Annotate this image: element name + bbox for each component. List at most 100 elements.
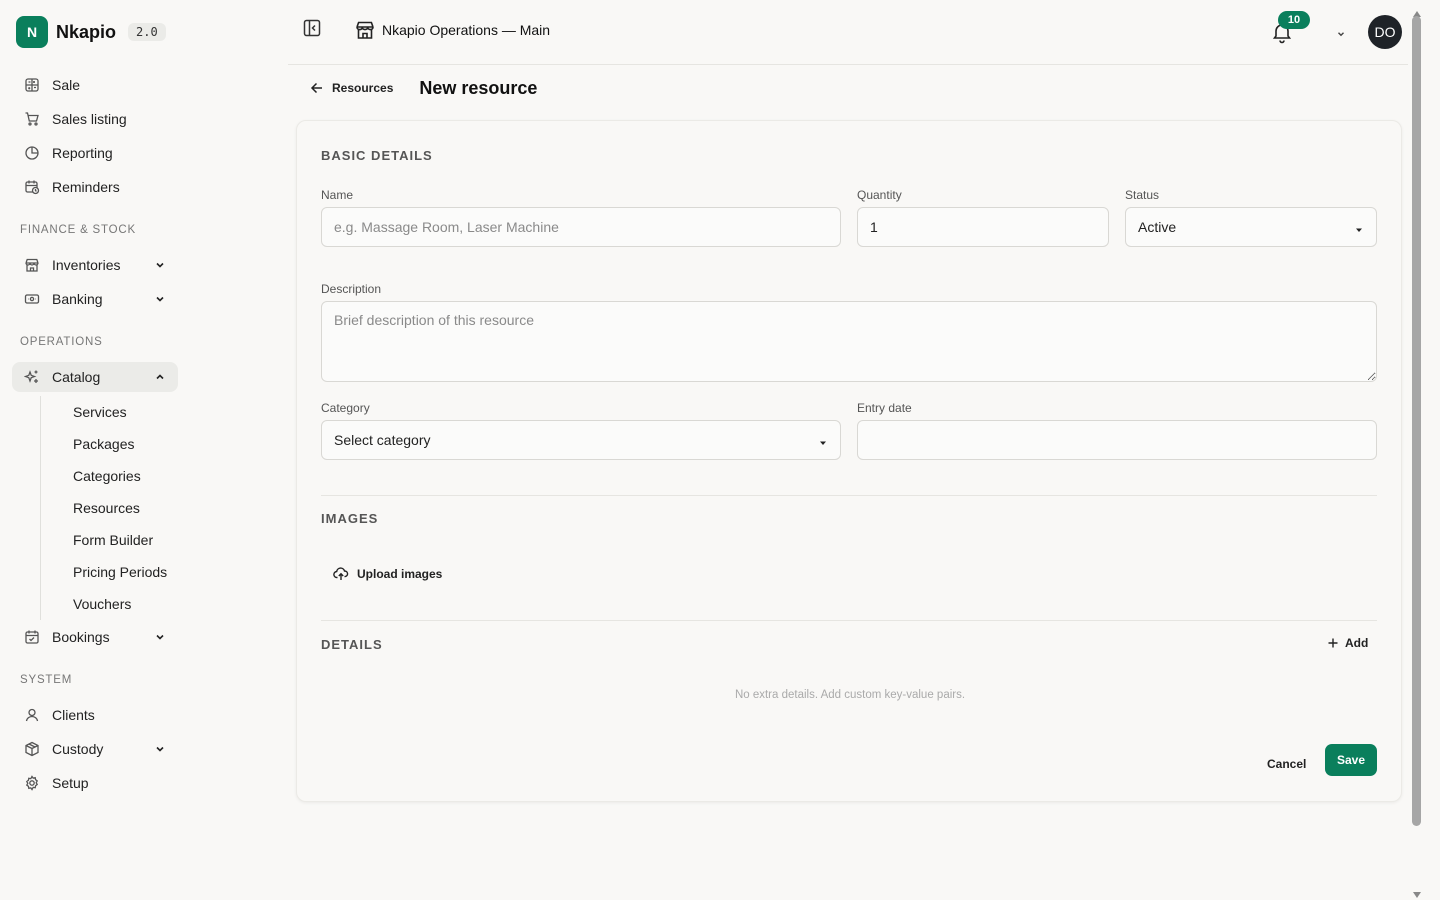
- sidebar-item-bookings[interactable]: Bookings: [12, 622, 178, 652]
- category-label: Category: [321, 401, 370, 415]
- save-button[interactable]: Save: [1325, 744, 1377, 776]
- brand-name: Nkapio: [56, 21, 117, 42]
- chevron-down-icon: [154, 743, 166, 755]
- sidebar-item-sales-listing[interactable]: Sales listing: [12, 104, 178, 134]
- divider: [321, 495, 1377, 496]
- cart-icon: [24, 111, 40, 127]
- version-badge: 2.0: [128, 23, 166, 41]
- sidebar: N Nkapio 2.0 Sale Sales listing Reportin…: [0, 0, 288, 900]
- sidebar-item-reporting[interactable]: Reporting: [12, 138, 178, 168]
- sidebar-subitem-pricing-periods[interactable]: Pricing Periods: [73, 556, 276, 588]
- sidebar-item-label: Banking: [52, 291, 103, 307]
- section-title-images: IMAGES: [321, 511, 379, 526]
- upload-images-button[interactable]: Upload images: [333, 566, 442, 582]
- sidebar-item-label: Reminders: [52, 179, 120, 195]
- category-select[interactable]: Select category: [321, 420, 841, 460]
- scroll-down-arrow-icon[interactable]: [1412, 886, 1422, 898]
- sidebar-subitem-form-builder[interactable]: Form Builder: [73, 524, 276, 556]
- sparkles-icon: [24, 369, 40, 385]
- details-empty-note: No extra details. Add custom key-value p…: [734, 689, 966, 701]
- sidebar-item-clients[interactable]: Clients: [12, 700, 178, 730]
- add-detail-label: Add: [1345, 636, 1369, 650]
- store-icon: [354, 19, 376, 41]
- avatar[interactable]: DO: [1368, 15, 1402, 49]
- add-detail-button[interactable]: Add: [1327, 636, 1368, 650]
- sidebar-item-banking[interactable]: Banking: [12, 284, 178, 314]
- calculator-icon: [24, 77, 40, 93]
- plus-icon: [1327, 637, 1339, 649]
- sidebar-subitem-resources[interactable]: Resources: [73, 492, 276, 524]
- status-select-value: Active: [1138, 219, 1177, 235]
- sidebar-item-label: Custody: [52, 741, 104, 757]
- sidebar-item-label: Sales listing: [52, 111, 127, 127]
- scroll-up-arrow-icon[interactable]: [1412, 5, 1422, 17]
- entry-date-input[interactable]: [857, 420, 1377, 460]
- description-textarea[interactable]: [321, 301, 1377, 382]
- page-title: New resource: [419, 77, 538, 98]
- sidebar-subitem-services[interactable]: Services: [73, 396, 276, 428]
- store-icon: [24, 257, 40, 273]
- sidebar-item-label: Setup: [52, 775, 89, 791]
- status-label: Status: [1125, 188, 1160, 202]
- sidebar-item-label: Clients: [52, 707, 95, 723]
- sidebar-subitem-vouchers[interactable]: Vouchers: [73, 588, 276, 620]
- chevron-down-icon: [154, 293, 166, 305]
- caret-down-icon: [1354, 222, 1364, 232]
- package-icon: [24, 741, 40, 757]
- cloud-upload-icon: [333, 566, 349, 582]
- caret-down-icon: [818, 435, 828, 445]
- quantity-label: Quantity: [857, 188, 902, 202]
- gear-icon: [24, 775, 40, 791]
- entry-date-label: Entry date: [857, 401, 912, 415]
- sidebar-item-catalog[interactable]: Catalog: [12, 362, 178, 392]
- brand[interactable]: N Nkapio 2.0: [12, 16, 276, 48]
- category-select-value: Select category: [334, 432, 431, 448]
- breadcrumb: Resources New resource: [310, 76, 537, 100]
- scrollbar-thumb[interactable]: [1412, 16, 1421, 826]
- quantity-input[interactable]: [857, 207, 1109, 247]
- upload-images-label: Upload images: [357, 567, 443, 581]
- pie-chart-icon: [24, 145, 40, 161]
- resource-form-card: BASIC DETAILS Name Quantity Status Activ…: [296, 120, 1402, 802]
- sidebar-item-label: Sale: [52, 77, 81, 93]
- brand-logo: N: [16, 16, 48, 48]
- sidebar-item-label: Bookings: [52, 629, 110, 645]
- calendar-clock-icon: [24, 179, 40, 195]
- name-label: Name: [321, 188, 354, 202]
- back-to-resources-link[interactable]: Resources: [310, 81, 393, 95]
- section-title-basic-details: BASIC DETAILS: [321, 148, 433, 163]
- notification-badge: 10: [1278, 11, 1310, 29]
- cancel-button[interactable]: Cancel: [1255, 749, 1318, 779]
- section-label-operations: OPERATIONS: [20, 336, 103, 348]
- sidebar-item-setup[interactable]: Setup: [12, 768, 178, 798]
- sidebar-subitem-packages[interactable]: Packages: [73, 428, 276, 460]
- sidebar-item-inventories[interactable]: Inventories: [12, 250, 178, 280]
- store-switcher[interactable]: Nkapio Operations — Main: [354, 19, 550, 41]
- calendar-icon: [24, 629, 40, 645]
- user-icon: [24, 707, 40, 723]
- arrow-left-icon: [310, 81, 324, 95]
- chevron-down-icon: [154, 631, 166, 643]
- section-label-system: SYSTEM: [20, 674, 73, 686]
- chevron-down-icon[interactable]: [1336, 26, 1346, 37]
- top-header: Nkapio Operations — Main 10 DO: [288, 0, 1408, 65]
- chevron-up-icon: [154, 371, 166, 383]
- banknote-icon: [24, 291, 40, 307]
- section-label-finance: FINANCE & STOCK: [20, 224, 136, 236]
- sidebar-item-label: Catalog: [52, 369, 101, 385]
- description-label: Description: [321, 282, 382, 296]
- catalog-submenu: Services Packages Categories Resources F…: [40, 396, 276, 620]
- sidebar-item-sale[interactable]: Sale: [12, 70, 178, 100]
- chevron-down-icon: [154, 259, 166, 271]
- sidebar-item-label: Reporting: [52, 145, 113, 161]
- section-title-details: DETAILS: [321, 637, 383, 652]
- store-name: Nkapio Operations — Main: [382, 22, 551, 38]
- sidebar-item-label: Inventories: [52, 257, 121, 273]
- sidebar-subitem-categories[interactable]: Categories: [73, 460, 276, 492]
- sidebar-item-reminders[interactable]: Reminders: [12, 172, 178, 202]
- status-select[interactable]: Active: [1125, 207, 1377, 247]
- sidebar-item-custody[interactable]: Custody: [12, 734, 178, 764]
- name-input[interactable]: [321, 207, 841, 247]
- sidebar-toggle-icon[interactable]: [302, 18, 322, 38]
- divider: [321, 620, 1377, 621]
